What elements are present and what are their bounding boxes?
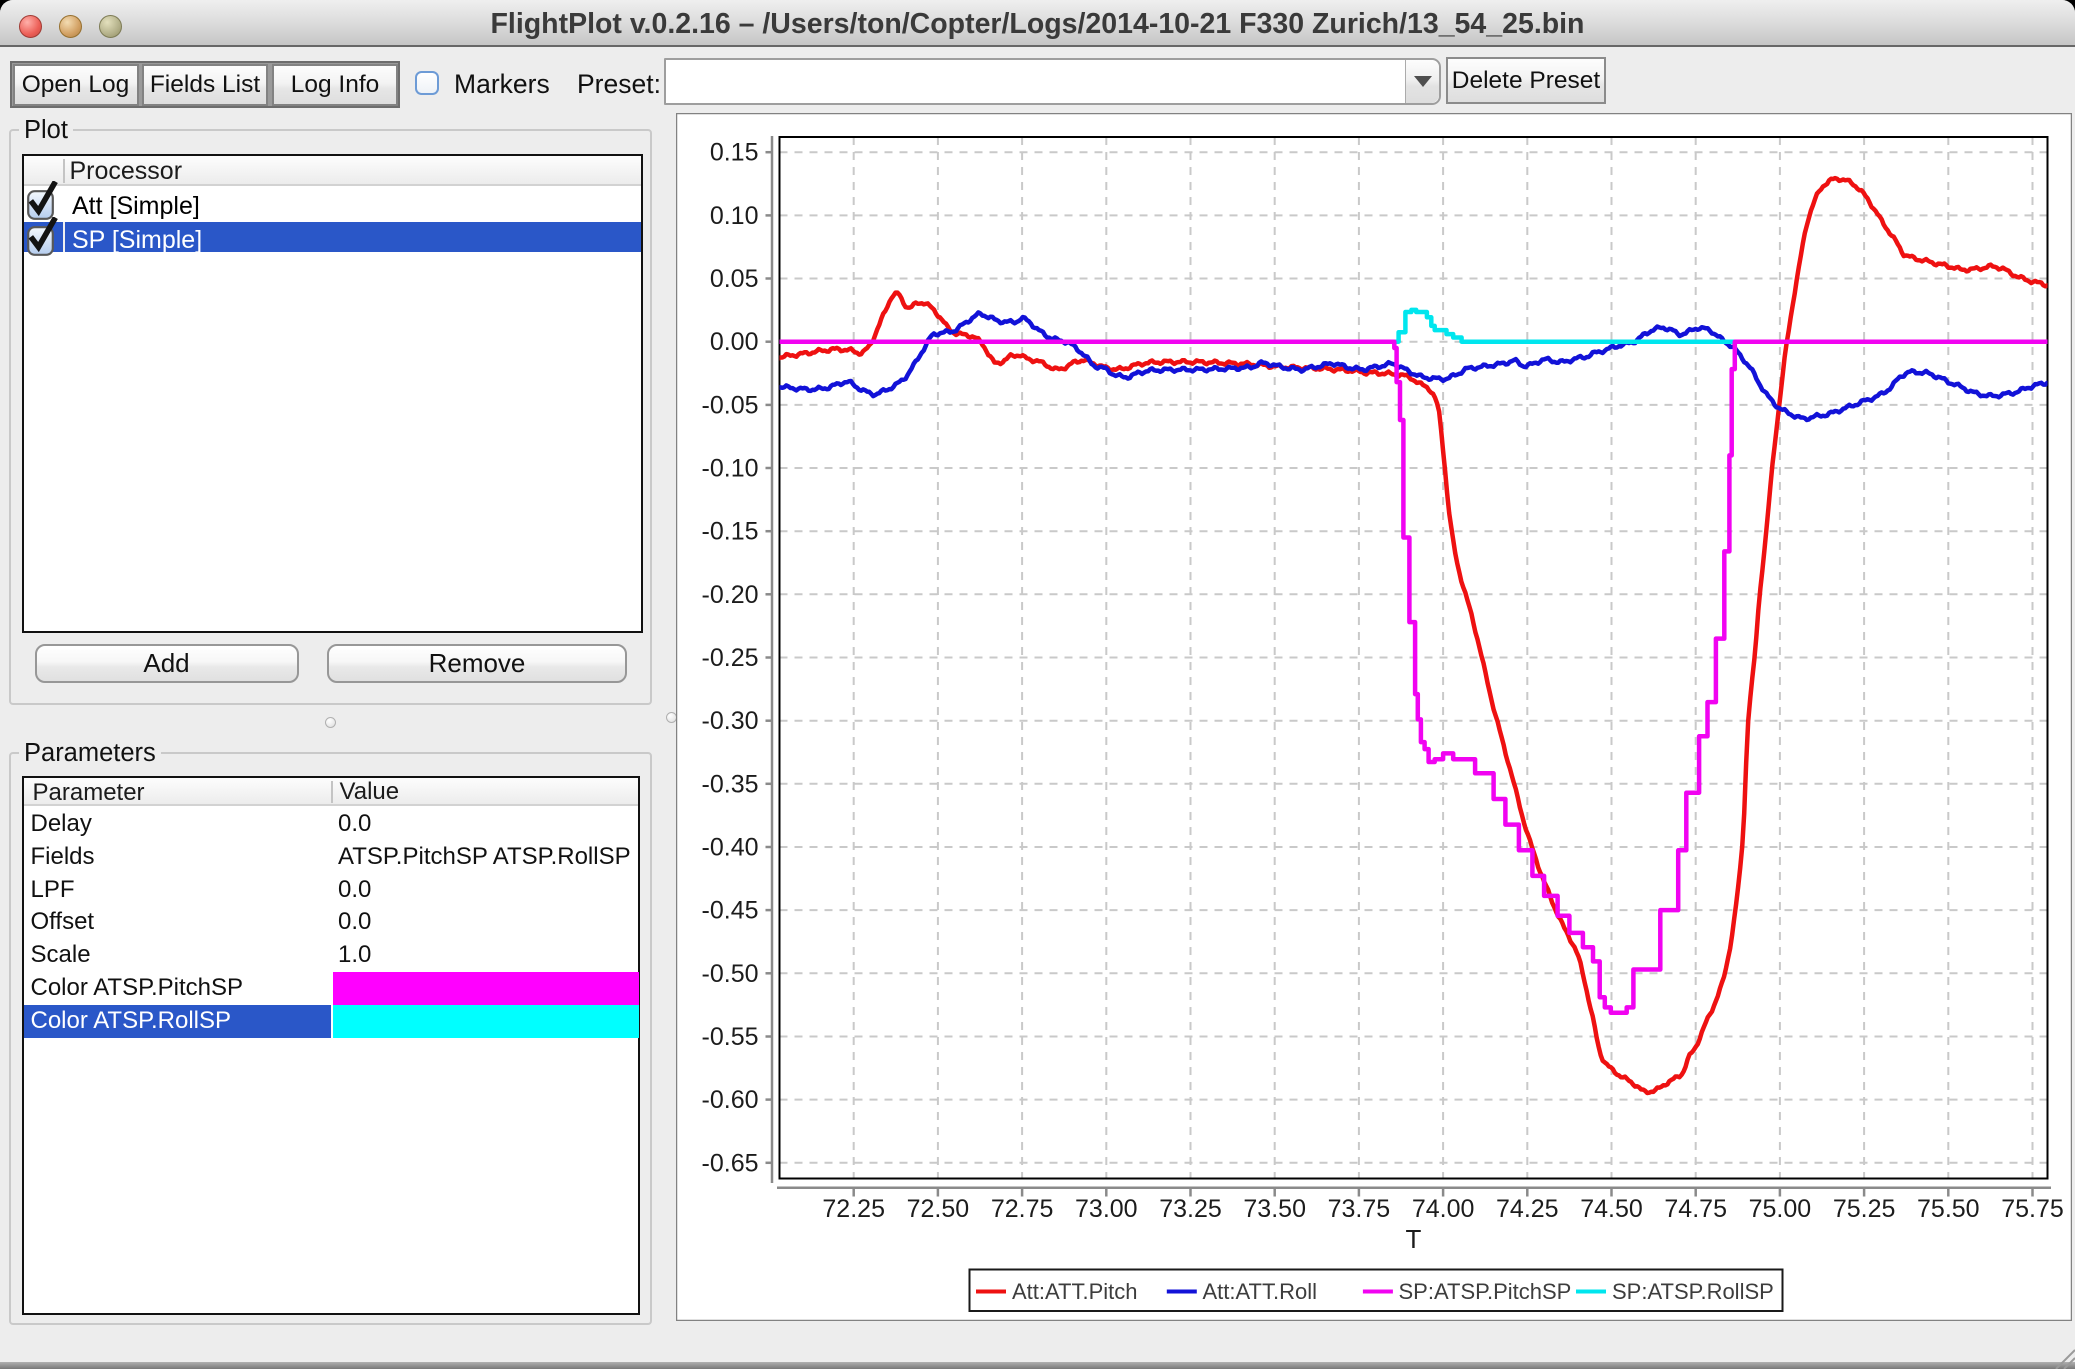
svg-text:74.00: 74.00 xyxy=(1412,1195,1475,1223)
svg-text:75.50: 75.50 xyxy=(1917,1195,1980,1223)
svg-text:-0.30: -0.30 xyxy=(702,707,759,735)
svg-text:T: T xyxy=(1406,1224,1422,1254)
svg-text:75.00: 75.00 xyxy=(1749,1195,1812,1223)
svg-text:SP:ATSP.RollSP: SP:ATSP.RollSP xyxy=(1612,1279,1774,1304)
svg-text:73.00: 73.00 xyxy=(1075,1195,1138,1223)
svg-text:72.75: 72.75 xyxy=(991,1195,1054,1223)
svg-text:0.05: 0.05 xyxy=(710,265,759,293)
svg-text:74.25: 74.25 xyxy=(1496,1195,1559,1223)
svg-text:-0.65: -0.65 xyxy=(702,1149,759,1177)
svg-text:-0.60: -0.60 xyxy=(702,1086,759,1114)
svg-text:-0.35: -0.35 xyxy=(702,770,759,798)
svg-text:75.25: 75.25 xyxy=(1833,1195,1896,1223)
svg-text:-0.20: -0.20 xyxy=(702,581,759,609)
svg-text:72.25: 72.25 xyxy=(822,1195,885,1223)
svg-text:74.50: 74.50 xyxy=(1580,1195,1643,1223)
svg-text:-0.45: -0.45 xyxy=(702,897,759,925)
svg-text:Att:ATT.Roll: Att:ATT.Roll xyxy=(1203,1279,1318,1304)
svg-text:73.75: 73.75 xyxy=(1328,1195,1391,1223)
svg-text:-0.55: -0.55 xyxy=(702,1023,759,1051)
svg-text:0.00: 0.00 xyxy=(710,328,759,356)
svg-text:0.15: 0.15 xyxy=(710,139,759,167)
svg-text:75.75: 75.75 xyxy=(2001,1195,2064,1223)
svg-text:-0.50: -0.50 xyxy=(702,960,759,988)
svg-text:-0.10: -0.10 xyxy=(702,455,759,483)
svg-text:73.25: 73.25 xyxy=(1159,1195,1222,1223)
svg-text:-0.40: -0.40 xyxy=(702,834,759,862)
svg-text:-0.15: -0.15 xyxy=(702,518,759,546)
svg-text:SP:ATSP.PitchSP: SP:ATSP.PitchSP xyxy=(1399,1279,1572,1304)
svg-text:73.50: 73.50 xyxy=(1243,1195,1306,1223)
svg-text:0.10: 0.10 xyxy=(710,202,759,230)
svg-text:Att:ATT.Pitch: Att:ATT.Pitch xyxy=(1012,1279,1138,1304)
svg-text:-0.05: -0.05 xyxy=(702,391,759,419)
svg-text:74.75: 74.75 xyxy=(1664,1195,1727,1223)
svg-text:72.50: 72.50 xyxy=(907,1195,970,1223)
svg-text:-0.25: -0.25 xyxy=(702,644,759,672)
